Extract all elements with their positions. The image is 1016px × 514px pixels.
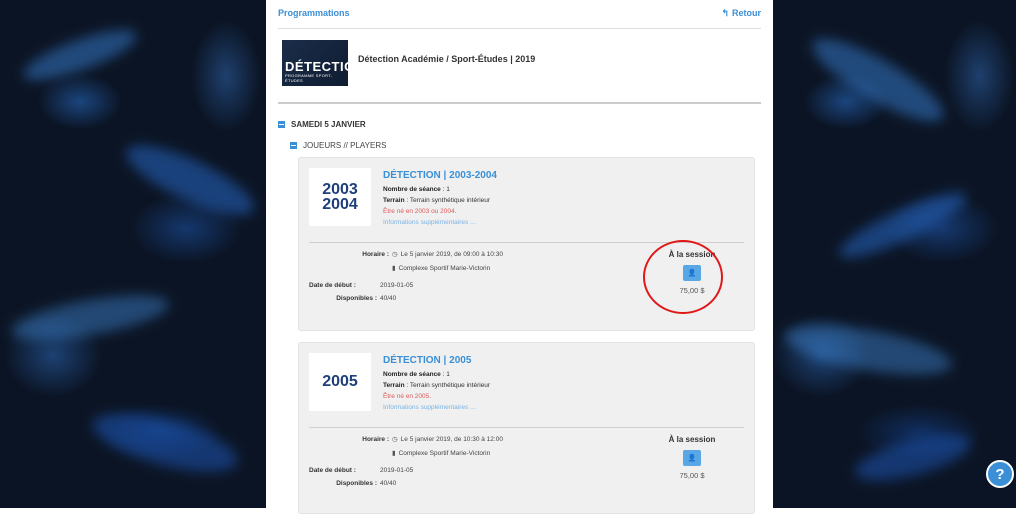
help-icon: ? — [995, 465, 1005, 483]
disponibles-label: Disponibles : — [336, 480, 377, 487]
add-user-icon: 👤 — [687, 455, 697, 462]
horaire-label: Horaire : — [362, 435, 389, 443]
seances-label: Nombre de séance — [383, 186, 441, 193]
date-debut-value: 2019-01-05 — [380, 282, 414, 289]
terrain-value: : Terrain synthétique intérieur — [404, 382, 491, 389]
reply-arrow-icon: ↰ — [721, 8, 729, 18]
logo-title: DÉTECTION — [285, 59, 365, 74]
requirement-text: Être né en 2003 ou 2004. — [383, 208, 457, 215]
collapse-icon — [278, 121, 285, 128]
seances-value: : 1 — [440, 371, 450, 378]
background-right — [773, 0, 1016, 508]
year-badge: 2003 2004 — [309, 168, 371, 226]
date-debut-label: Date de début : — [309, 467, 356, 474]
building-icon: ▮ — [392, 265, 396, 272]
price-box: À la session 👤 75,00 $ — [652, 435, 732, 480]
main-content: Programmations ↰ Retour DÉTECTION PROGRAM… — [266, 0, 773, 514]
location-value: Complexe Sportif Marie-Victorin — [398, 449, 491, 457]
seances-value: : 1 — [440, 186, 450, 193]
program-title: Détection Académie / Sport-Études | 2019 — [358, 54, 536, 64]
top-bar: Programmations ↰ Retour — [278, 6, 761, 29]
year-badge: 2005 — [309, 353, 371, 411]
program-header: DÉTECTION PROGRAMME SPORT-ÉTUDES Détecti… — [278, 36, 761, 104]
collapse-icon — [290, 142, 297, 149]
session-card: 2005 DÉTECTION | 2005 Nombre de séance :… — [298, 342, 755, 514]
building-icon: ▮ — [392, 450, 396, 457]
more-info-link[interactable]: Informations supplémentaires ... — [383, 404, 683, 411]
group-section-toggle[interactable]: JOUEURS // PLAYERS — [290, 141, 386, 150]
programmations-link[interactable]: Programmations — [278, 8, 350, 18]
horaire-value: Le 5 janvier 2019, de 09:00 à 10:30 — [400, 250, 503, 258]
year-line-2: 2004 — [322, 196, 358, 213]
divider — [309, 427, 744, 428]
disponibles-label: Disponibles : — [336, 295, 377, 302]
date-section-toggle[interactable]: SAMEDI 5 JANVIER — [278, 120, 366, 129]
group-label: JOUEURS // PLAYERS — [303, 141, 387, 150]
date-label: SAMEDI 5 JANVIER — [291, 120, 366, 129]
date-debut-value: 2019-01-05 — [380, 467, 414, 474]
terrain-label: Terrain — [383, 197, 405, 204]
year-line-1: 2003 — [322, 180, 358, 198]
date-debut-label: Date de début : — [309, 282, 356, 289]
price-type-label: À la session — [668, 435, 716, 444]
clock-icon: ◷ — [392, 251, 398, 258]
session-info: DÉTECTION | 2005 Nombre de séance : 1 Te… — [383, 355, 683, 415]
session-details: Horaire : ◷ Le 5 janvier 2019, de 09:00 … — [309, 250, 609, 308]
terrain-label: Terrain — [383, 382, 405, 389]
session-title[interactable]: DÉTECTION | 2003-2004 — [383, 170, 683, 181]
price-amount: 75,00 $ — [679, 471, 705, 480]
clock-icon: ◷ — [392, 436, 398, 443]
annotation-circle — [643, 240, 723, 314]
year-line-1: 2005 — [322, 373, 358, 391]
horaire-value: Le 5 janvier 2019, de 10:30 à 12:00 — [400, 435, 503, 443]
location-value: Complexe Sportif Marie-Victorin — [398, 264, 491, 272]
disponibles-value: 40/40 — [380, 295, 397, 302]
disponibles-value: 40/40 — [380, 480, 397, 487]
help-button[interactable]: ? — [986, 460, 1014, 488]
more-info-link[interactable]: Informations supplémentaires ... — [383, 219, 683, 226]
register-button[interactable]: 👤 — [683, 450, 701, 466]
session-title[interactable]: DÉTECTION | 2005 — [383, 355, 683, 366]
seances-label: Nombre de séance — [383, 371, 441, 378]
retour-link[interactable]: ↰ Retour — [721, 8, 761, 19]
horaire-label: Horaire : — [362, 250, 389, 258]
retour-label: Retour — [732, 8, 761, 18]
session-details: Horaire : ◷ Le 5 janvier 2019, de 10:30 … — [309, 435, 609, 493]
background-left — [0, 0, 266, 508]
session-info: DÉTECTION | 2003-2004 Nombre de séance :… — [383, 170, 683, 230]
terrain-value: : Terrain synthétique intérieur — [404, 197, 491, 204]
requirement-text: Être né en 2005. — [383, 393, 432, 400]
program-logo: DÉTECTION PROGRAMME SPORT-ÉTUDES — [282, 40, 365, 86]
logo-subtitle: PROGRAMME SPORT-ÉTUDES — [285, 73, 333, 83]
